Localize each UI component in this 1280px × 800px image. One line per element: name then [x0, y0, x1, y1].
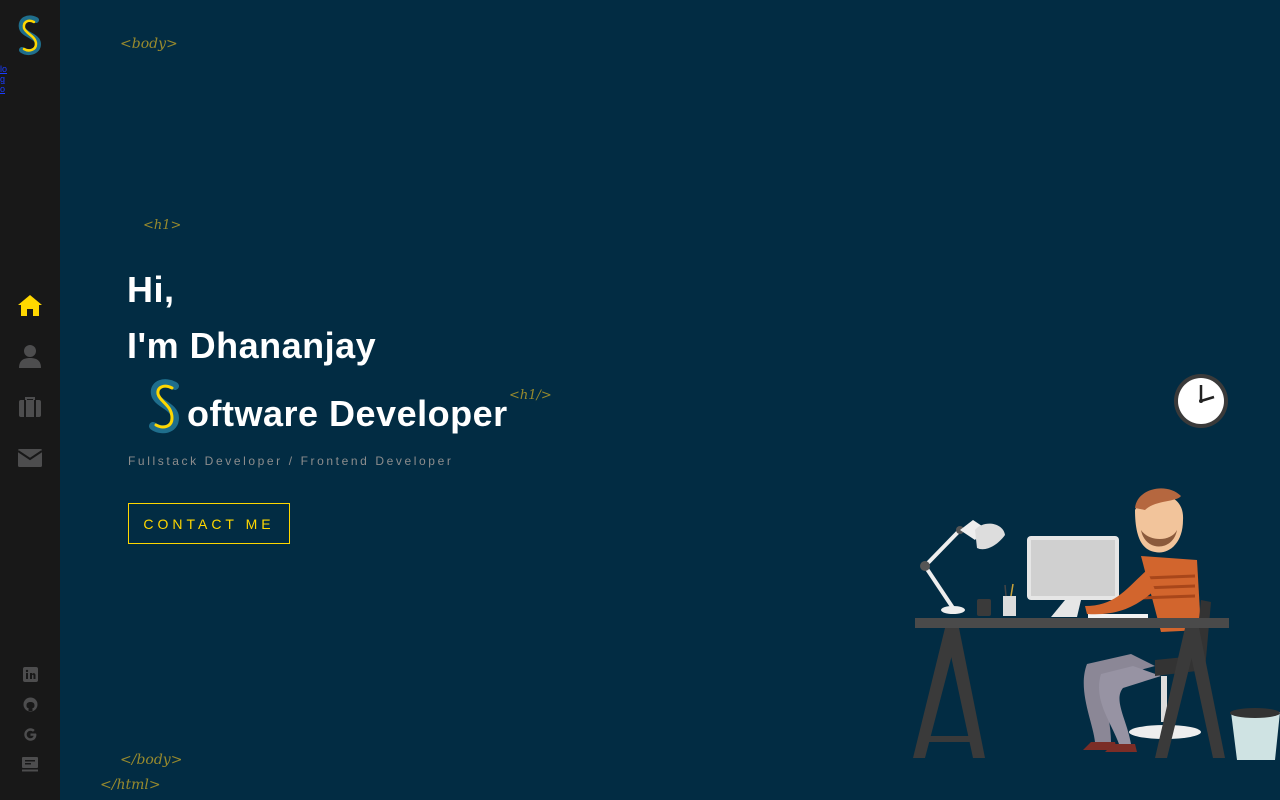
envelope-icon [18, 449, 42, 467]
contact-me-button[interactable]: CONTACT ME [128, 503, 290, 544]
greeting-line: Hi, [127, 269, 175, 310]
desk-lamp-icon [920, 520, 1005, 614]
role-line: oftware Developer [127, 378, 508, 442]
message-link[interactable] [20, 754, 40, 774]
google-icon [23, 727, 36, 741]
h1-close-tag: <h1/> [509, 388, 552, 403]
logo[interactable] [14, 14, 46, 58]
google-link[interactable] [20, 724, 40, 744]
s-logo-letter-icon [149, 379, 180, 434]
linkedin-link[interactable] [20, 664, 40, 684]
linkedin-icon [22, 666, 38, 682]
nav-home[interactable] [15, 290, 45, 320]
github-icon [23, 697, 37, 711]
subtitle: Fullstack Developer / Frontend Developer [128, 454, 454, 468]
body-open-tag: <body> [120, 36, 178, 52]
name-line: I'm Dhananjay [127, 325, 377, 366]
nav-contact[interactable] [15, 443, 45, 473]
h1-open-tag: <h1> [143, 218, 182, 233]
body-close-tag: </body> [120, 752, 183, 768]
clock-icon [1174, 374, 1228, 428]
nav-work[interactable] [15, 392, 45, 422]
developer-desk-illustration [913, 374, 1280, 760]
message-icon [22, 756, 38, 771]
nav-about[interactable] [15, 341, 45, 371]
trash-bin-icon [1230, 708, 1280, 760]
hero-heading: Hi, I'm Dhananjay oftware Developer [127, 262, 508, 442]
html-close-tag: </html> [100, 777, 161, 793]
home-icon [18, 295, 42, 316]
user-icon [19, 345, 41, 368]
logo-subtitle-link[interactable]: logo [0, 64, 8, 94]
role-text: oftware Developer [187, 393, 508, 434]
github-link[interactable] [20, 694, 40, 714]
briefcase-icon [19, 397, 41, 417]
sidebar: logo [0, 0, 60, 800]
